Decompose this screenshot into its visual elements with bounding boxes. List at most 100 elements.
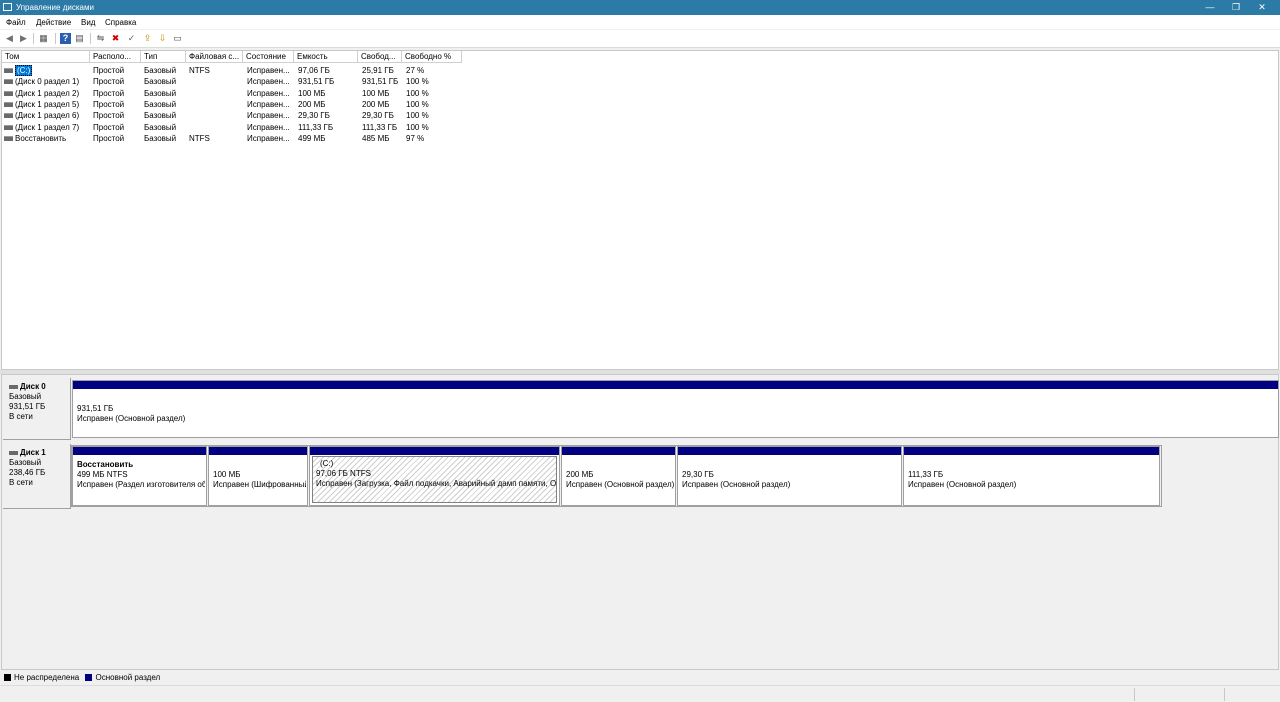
legend-swatch-primary — [85, 674, 93, 681]
cell-layout: Простой — [93, 77, 125, 87]
cell-layout: Простой — [93, 133, 125, 143]
volume-row[interactable]: (Диск 0 раздел 1) Простой Базовый Исправен.… — [2, 76, 462, 87]
cell-volume: (Диск 1 раздел 5) — [15, 99, 80, 109]
list-icon[interactable]: ▭ — [172, 33, 183, 44]
column-header-capacity[interactable]: Емкость — [294, 51, 358, 63]
delete-icon[interactable]: ✖ — [110, 33, 121, 44]
menu-action[interactable]: Действие — [36, 18, 71, 27]
disk-1-partition-5[interactable]: 200 МБ Исправен (Основной раздел) — [561, 446, 676, 506]
menu-bar: Файл Действие Вид Справка — [0, 15, 1280, 29]
cell-free: 25,91 ГБ — [362, 66, 394, 75]
selected-volume-label[interactable]: (C:) — [15, 65, 33, 76]
cell-status: Исправен... — [247, 66, 290, 75]
column-header-status[interactable]: Состояние — [243, 51, 294, 63]
disk-1-partition-6[interactable]: 29,30 ГБ Исправен (Основной раздел) — [677, 446, 902, 506]
cell-type: Базовый — [144, 99, 177, 109]
cell-free-percent: 97 % — [406, 133, 425, 143]
primary-partition-stripe — [73, 447, 206, 455]
menu-view[interactable]: Вид — [81, 18, 95, 27]
cell-free: 200 МБ — [362, 99, 390, 109]
connect-icon[interactable]: ⇋ — [95, 33, 106, 44]
disk-icon — [9, 450, 18, 455]
back-arrow-icon[interactable]: ◀ — [4, 33, 15, 44]
volume-icon — [4, 68, 13, 73]
cell-free-percent: 27 % — [406, 66, 425, 75]
disk-0-label[interactable]: Диск 0 Базовый 931,51 ГБ В сети — [3, 378, 71, 440]
disk-status: В сети — [9, 478, 33, 487]
volume-icon — [4, 90, 13, 96]
disk-type: Базовый — [9, 458, 42, 467]
close-button[interactable]: ✕ — [1244, 0, 1280, 15]
disk-1-partition-c[interactable]: (C:) 97,06 ГБ NTFS Исправен (Загрузка, Ф… — [309, 446, 560, 506]
cell-status: Исправен... — [247, 122, 290, 132]
volume-row[interactable]: Восстановить Простой Базовый NTFS Исправен..… — [2, 133, 462, 144]
volume-row[interactable]: (Диск 1 раздел 7) Простой Базовый Исправен.… — [2, 122, 462, 133]
column-header-free-percent[interactable]: Свободно % — [402, 51, 462, 63]
disk-management-app-icon — [3, 3, 12, 11]
disk-1-partition-recovery[interactable]: Восстановить 499 МБ NTFS Исправен (Разде… — [72, 446, 207, 506]
primary-partition-stripe — [73, 381, 1278, 389]
cell-capacity: 931,51 ГБ — [298, 77, 335, 87]
cell-capacity: 29,30 ГБ — [298, 111, 330, 121]
partition-status: Исправен (Шифрованный (EFI) системный ра… — [213, 480, 306, 489]
disk-1-partition-2[interactable]: 100 МБ Исправен (Шифрованный (EFI) систе… — [208, 446, 308, 506]
cell-type: Базовый — [144, 66, 177, 75]
cell-layout: Простой — [93, 122, 125, 132]
volume-icon — [4, 135, 13, 141]
column-header-layout[interactable]: Располо... — [90, 51, 141, 63]
volume-row[interactable]: (Диск 1 раздел 5) Простой Базовый Исправен.… — [2, 99, 462, 110]
cell-capacity: 97,06 ГБ — [298, 66, 330, 75]
disk-icon — [9, 384, 18, 389]
forward-arrow-icon[interactable]: ▶ — [18, 33, 29, 44]
check-icon[interactable]: ✓ — [126, 33, 137, 44]
menu-help[interactable]: Справка — [105, 18, 136, 27]
window-title: Управление дисками — [16, 3, 94, 12]
primary-partition-stripe — [562, 447, 675, 455]
status-cell — [1224, 688, 1280, 701]
properties-icon[interactable]: ▦ — [38, 33, 49, 44]
cell-volume: (Диск 0 раздел 1) — [15, 77, 80, 87]
status-bar — [0, 685, 1280, 702]
primary-partition-stripe — [678, 447, 901, 455]
cell-volume: (Диск 1 раздел 6) — [15, 111, 80, 121]
help-icon[interactable]: ? — [60, 33, 71, 44]
legend-swatch-unallocated — [4, 674, 11, 681]
partition-status: Исправен (Раздел изготовителя оборудован… — [77, 480, 205, 489]
cell-type: Базовый — [144, 77, 177, 87]
disk-1-label[interactable]: Диск 1 Базовый 238,46 ГБ В сети — [3, 444, 71, 509]
import-icon[interactable]: ⇪ — [142, 33, 153, 44]
toolbar: ◀ ▶ ▦ ? ▤ ⇋ ✖ ✓ ⇪ ⇩ ▭ — [0, 30, 1280, 48]
disk-0-partition-1[interactable]: 931,51 ГБ Исправен (Основной раздел) — [72, 380, 1279, 438]
volume-row[interactable]: (Диск 1 раздел 6) Простой Базовый Исправен.… — [2, 110, 462, 121]
volume-icon — [4, 124, 13, 130]
partition-size: 97,06 ГБ NTFS — [316, 469, 371, 478]
cell-filesystem: NTFS — [189, 133, 210, 143]
legend-label-unallocated: Не распределена — [14, 673, 80, 682]
disk-size: 931,51 ГБ — [9, 402, 46, 411]
menu-file[interactable]: Файл — [6, 18, 26, 27]
cell-free-percent: 100 % — [406, 88, 429, 98]
cell-capacity: 499 МБ — [298, 133, 326, 143]
view-icon[interactable]: ▤ — [74, 33, 85, 44]
partition-size: 111,33 ГБ — [908, 470, 944, 479]
cell-type: Базовый — [144, 111, 177, 121]
partition-title: (C:) — [320, 459, 334, 468]
cell-layout: Простой — [93, 66, 125, 75]
volume-row[interactable]: (C:) Простой Базовый NTFS Исправен... 97,06 Г… — [2, 65, 462, 76]
cell-free: 100 МБ — [362, 88, 390, 98]
volume-row[interactable]: (Диск 1 раздел 2) Простой Базовый Исправен.… — [2, 88, 462, 99]
column-header-filesystem[interactable]: Файловая с... — [186, 51, 243, 63]
disk-1-partition-7[interactable]: 111,33 ГБ Исправен (Основной раздел) — [903, 446, 1160, 506]
column-header-volume[interactable]: Том — [2, 51, 90, 63]
partition-size: 100 МБ — [213, 470, 241, 479]
cell-status: Исправен... — [247, 88, 290, 98]
column-header-free[interactable]: Свобод... — [358, 51, 402, 63]
toolbar-separator — [90, 33, 91, 44]
cell-free: 931,51 ГБ — [362, 77, 399, 87]
toolbar-separator — [33, 33, 34, 44]
explorer-icon[interactable]: ⇩ — [157, 33, 168, 44]
disk-status: В сети — [9, 412, 33, 421]
cell-capacity: 200 МБ — [298, 99, 326, 109]
column-header-type[interactable]: Тип — [141, 51, 186, 63]
disk-name: Диск 0 — [20, 382, 46, 391]
